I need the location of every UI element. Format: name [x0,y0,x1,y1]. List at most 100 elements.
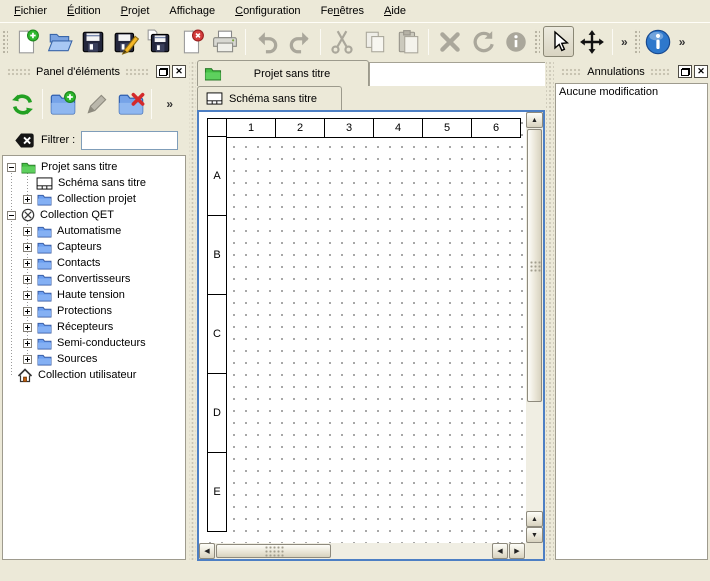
dock-grip[interactable] [125,68,149,76]
clear-filter-icon [14,131,35,150]
toolbar-overflow-button[interactable]: » [675,35,690,49]
tree-item-schema[interactable]: Schéma sans titre [3,175,185,191]
horizontal-scrollbar[interactable] [199,543,526,559]
row-header: C [207,294,227,374]
save-as-icon [113,29,139,55]
menu-aide[interactable]: Aide [374,2,416,20]
folder-icon [37,241,52,254]
tree-item-haute-tension[interactable]: Haute tension [3,287,185,303]
edit-pencil-icon [84,91,110,117]
dock-grip[interactable] [561,68,582,76]
menu-projet[interactable]: Projet [111,2,160,20]
undo-list-item[interactable]: Aucune modification [556,84,707,100]
tree-item-sources[interactable]: Sources [3,351,185,367]
reload-collections-button[interactable] [5,87,39,121]
float-panel-button[interactable] [678,65,692,78]
row-header: A [207,136,227,216]
dock-grip[interactable] [650,68,671,76]
scroll-up-button[interactable] [526,511,543,527]
horizontal-scroll-thumb[interactable] [216,544,331,558]
clear-filter-button[interactable] [14,131,35,150]
menu-configuration[interactable]: Configuration [225,2,310,20]
diagram-canvas[interactable]: 1 2 3 4 5 6 A B C D E [199,112,526,543]
expand-icon[interactable] [23,227,32,236]
expand-icon[interactable] [23,195,32,204]
new-document-button[interactable] [11,26,42,57]
float-panel-button[interactable] [156,65,170,78]
tab-projet-sans-titre[interactable]: Projet sans titre [197,60,369,86]
pan-mode-button[interactable] [576,26,607,57]
expand-icon[interactable] [23,355,32,364]
close-panel-button[interactable] [694,65,708,78]
tree-item-contacts[interactable]: Contacts [3,255,185,271]
thumb-grip [264,546,283,557]
panel-toolbar-separator [42,89,43,119]
tree-item-recepteurs[interactable]: Récepteurs [3,319,185,335]
save-all-icon [146,29,172,55]
expand-icon[interactable] [23,275,32,284]
save-icon [80,29,106,55]
toolbar-separator [245,29,246,55]
collapse-icon[interactable] [7,211,16,220]
undo-button [251,26,282,57]
scroll-up-button[interactable] [526,112,543,128]
tab-schema-sans-titre[interactable]: Schéma sans titre [197,86,342,110]
toolbar-grip[interactable] [633,29,640,55]
print-button[interactable] [209,26,240,57]
expand-icon[interactable] [23,307,32,316]
scroll-down-button[interactable] [526,527,543,543]
new-document-icon [14,29,40,55]
tree-item-convertisseurs[interactable]: Convertisseurs [3,271,185,287]
open-folder-icon [47,29,73,55]
new-category-button[interactable] [46,87,80,121]
close-document-button[interactable] [176,26,207,57]
menu-affichage[interactable]: Affichage [159,2,225,20]
menu-fenetres[interactable]: Fenêtres [311,2,374,20]
menu-bar: Fichier Édition Projet Affichage Configu… [0,0,710,22]
expand-icon[interactable] [23,291,32,300]
toolbar-grip[interactable] [1,29,8,55]
scroll-left-button[interactable] [492,543,508,559]
delete-icon [437,29,463,55]
elements-tree: Projet sans titre Schéma sans titre Coll… [2,155,186,560]
select-mode-button[interactable] [543,26,574,57]
open-button[interactable] [44,26,75,57]
tab-label: Projet sans titre [222,68,362,80]
tree-item-protections[interactable]: Protections [3,303,185,319]
save-all-button[interactable] [143,26,174,57]
tree-item-collection-qet[interactable]: Collection QET [3,207,185,223]
save-button[interactable] [77,26,108,57]
vertical-scrollbar[interactable] [526,112,543,543]
expand-icon[interactable] [23,243,32,252]
toolbar-overflow-button[interactable]: » [617,35,632,49]
tree-item-capteurs[interactable]: Capteurs [3,239,185,255]
left-splitter-handle[interactable] [189,60,196,562]
collapse-icon[interactable] [7,163,16,172]
menu-edition[interactable]: Édition [57,2,111,20]
save-as-button[interactable] [110,26,141,57]
tree-item-automatisme[interactable]: Automatisme [3,223,185,239]
expand-icon[interactable] [23,339,32,348]
toolbar-separator [428,29,429,55]
toolbar-grip[interactable] [533,29,540,55]
panel-overflow-button[interactable]: » [162,97,177,111]
right-splitter-handle[interactable] [546,60,554,562]
expand-icon[interactable] [23,259,32,268]
elements-panel-title: Panel d'éléments [36,66,120,78]
scroll-left-button[interactable] [199,543,215,559]
delete-category-button[interactable] [114,87,148,121]
menu-fichier[interactable]: Fichier [4,2,57,20]
close-document-icon [179,29,205,55]
close-panel-button[interactable] [172,65,186,78]
tree-item-collection-utilisateur[interactable]: Collection utilisateur [3,367,185,383]
scroll-right-button[interactable] [509,543,525,559]
vertical-scroll-thumb[interactable] [527,129,542,402]
tree-item-collection-projet[interactable]: Collection projet [3,191,185,207]
undo-icon [254,29,280,55]
expand-icon[interactable] [23,323,32,332]
tree-item-projet[interactable]: Projet sans titre [3,159,185,175]
dock-grip[interactable] [7,68,31,76]
filter-input[interactable] [81,131,178,150]
tree-item-semi-conducteurs[interactable]: Semi-conducteurs [3,335,185,351]
about-button[interactable] [643,26,674,57]
